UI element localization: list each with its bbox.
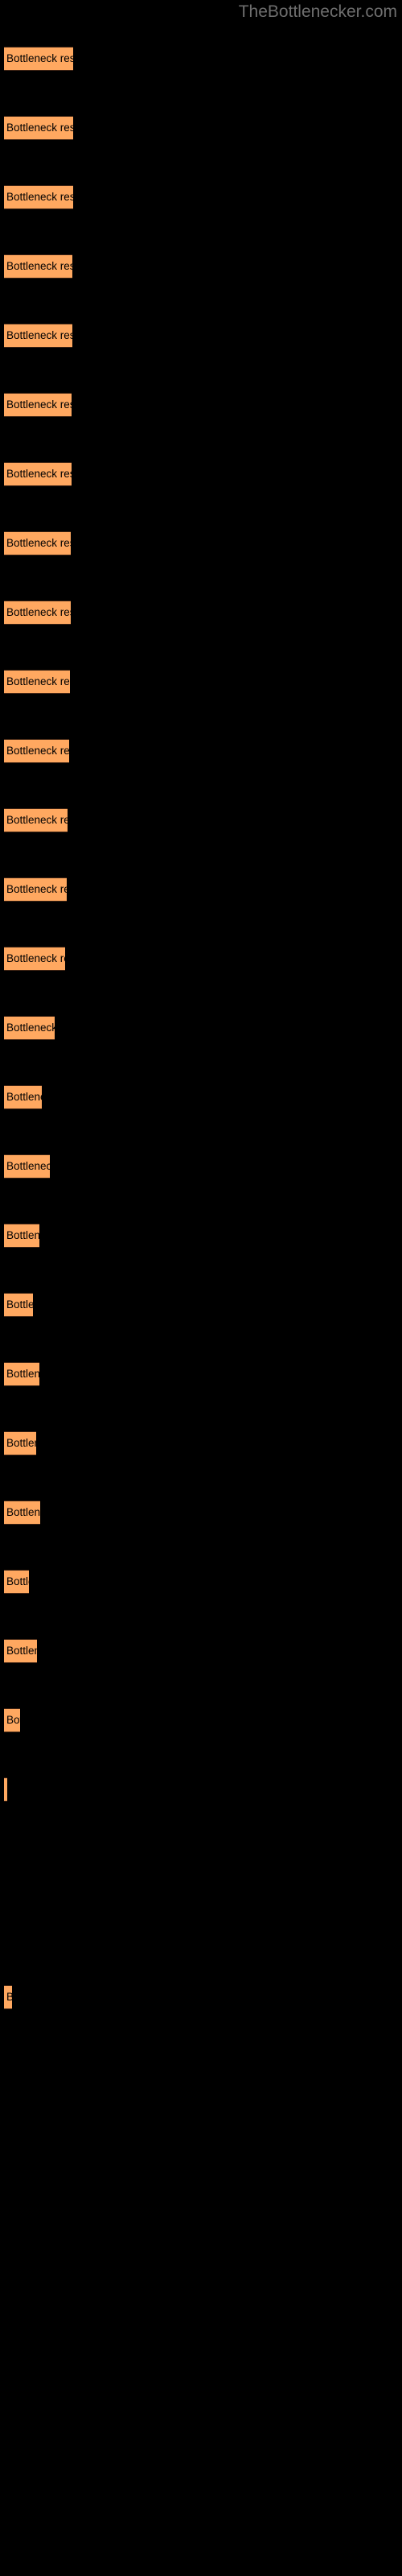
bar-row: Bottleneck result <box>4 877 67 902</box>
bar-row: Bottleneck result <box>4 1985 12 2009</box>
bar-row: Bottleneck result <box>4 808 68 832</box>
bar-label: Bottleneck result <box>6 745 69 757</box>
bar-8[interactable]: Bottleneck result <box>4 531 71 555</box>
bar-12[interactable]: Bottleneck result <box>4 808 68 832</box>
bar-label: Bottleneck result <box>6 1437 36 1449</box>
bar-label: Bottleneck result <box>6 606 71 618</box>
bar-14[interactable]: Bottleneck result <box>4 947 65 971</box>
bar-row: Bottleneck result <box>4 47 73 71</box>
bar-2[interactable]: Bottleneck result <box>4 116 73 140</box>
bar-16[interactable]: Bottleneck result <box>4 1085 42 1109</box>
bar-label: Bottleneck result <box>6 191 73 203</box>
bar-5[interactable]: Bottleneck result <box>4 324 72 348</box>
bar-label: Bottleneck result <box>6 1368 39 1380</box>
bar-row: Bottleneck result <box>4 1154 50 1179</box>
bar-19[interactable]: Bottleneck result <box>4 1293 33 1317</box>
bar-label: Bottleneck result <box>6 1160 50 1172</box>
bar-label: Bottleneck result <box>6 1575 29 1587</box>
bar-18[interactable]: Bottleneck result <box>4 1224 39 1248</box>
bar-10[interactable]: Bottleneck result <box>4 670 70 694</box>
bar-17[interactable]: Bottleneck result <box>4 1154 50 1179</box>
bar-row: Bottleneck result <box>4 1708 20 1732</box>
bar-22[interactable]: Bottleneck result <box>4 1501 40 1525</box>
bar-row: Bottleneck result <box>4 670 70 694</box>
bar-row: Bottleneck result <box>4 1085 42 1109</box>
bar-label: Bottleneck result <box>6 468 72 480</box>
bar-row: Bottleneck result <box>4 254 72 279</box>
bar-label: Bottleneck result <box>6 1783 7 1796</box>
bar-label: Bottleneck result <box>6 52 73 64</box>
bar-23[interactable]: Bottleneck result <box>4 1570 29 1594</box>
bar-15[interactable]: Bottleneck result <box>4 1016 55 1040</box>
bar-row: Bottleneck result <box>4 185 73 209</box>
bar-24[interactable]: Bottleneck result <box>4 1639 37 1663</box>
bar-label: Bottleneck result <box>6 122 73 134</box>
bar-row: Bottleneck result <box>4 1639 37 1663</box>
bar-row: Bottleneck result <box>4 1362 39 1386</box>
bar-row: Bottleneck result <box>4 947 65 971</box>
bar-4[interactable]: Bottleneck result <box>4 254 72 279</box>
bar-label: Bottleneck result <box>6 1714 20 1726</box>
bar-label: Bottleneck result <box>6 1229 39 1241</box>
bar-label: Bottleneck result <box>6 1506 40 1518</box>
bar-20[interactable]: Bottleneck result <box>4 1362 39 1386</box>
bottleneck-bar-chart: Bottleneck result Bottleneck result Bottle… <box>0 0 402 2576</box>
bar-label: Bottleneck result <box>6 1645 37 1657</box>
bar-row: Bottleneck result <box>4 393 72 417</box>
bar-row: Bottleneck result <box>4 601 71 625</box>
bar-label: Bottleneck result <box>6 1022 55 1034</box>
bar-label: Bottleneck result <box>6 883 67 895</box>
bar-row: Bottleneck result <box>4 1431 36 1455</box>
bar-21[interactable]: Bottleneck result <box>4 1431 36 1455</box>
bar-9[interactable]: Bottleneck result <box>4 601 71 625</box>
bar-row: Bottleneck result <box>4 1570 29 1594</box>
bar-1[interactable]: Bottleneck result <box>4 47 73 71</box>
bar-label: Bottleneck result <box>6 952 65 964</box>
bar-row: Bottleneck result <box>4 739 69 763</box>
bar-11[interactable]: Bottleneck result <box>4 739 69 763</box>
bar-label: Bottleneck result <box>6 329 72 341</box>
bar-26[interactable]: Bottleneck result <box>4 1777 7 1802</box>
bar-label: Bottleneck result <box>6 814 68 826</box>
bar-row: Bottleneck result <box>4 1501 40 1525</box>
bar-label: Bottleneck result <box>6 537 71 549</box>
bar-6[interactable]: Bottleneck result <box>4 393 72 417</box>
bar-label: Bottleneck result <box>6 675 70 687</box>
bar-row: Bottleneck result <box>4 1293 33 1317</box>
bar-label: Bottleneck result <box>6 1091 42 1103</box>
bar-7[interactable]: Bottleneck result <box>4 462 72 486</box>
bar-label: Bottleneck result <box>6 1298 33 1311</box>
bar-3[interactable]: Bottleneck result <box>4 185 73 209</box>
bar-27[interactable]: Bottleneck result <box>4 1985 12 2009</box>
bar-25[interactable]: Bottleneck result <box>4 1708 20 1732</box>
bar-label: Bottleneck result <box>6 398 72 411</box>
bar-row: Bottleneck result <box>4 324 72 348</box>
bar-row: Bottleneck result <box>4 531 71 555</box>
bar-label: Bottleneck result <box>6 260 72 272</box>
bar-13[interactable]: Bottleneck result <box>4 877 67 902</box>
bar-row: Bottleneck result <box>4 462 72 486</box>
bar-row: Bottleneck result <box>4 1777 7 1802</box>
bar-label: Bottleneck result <box>6 1991 12 2004</box>
bar-row: Bottleneck result <box>4 116 73 140</box>
bar-row: Bottleneck result <box>4 1016 55 1040</box>
bar-row: Bottleneck result <box>4 1224 39 1248</box>
